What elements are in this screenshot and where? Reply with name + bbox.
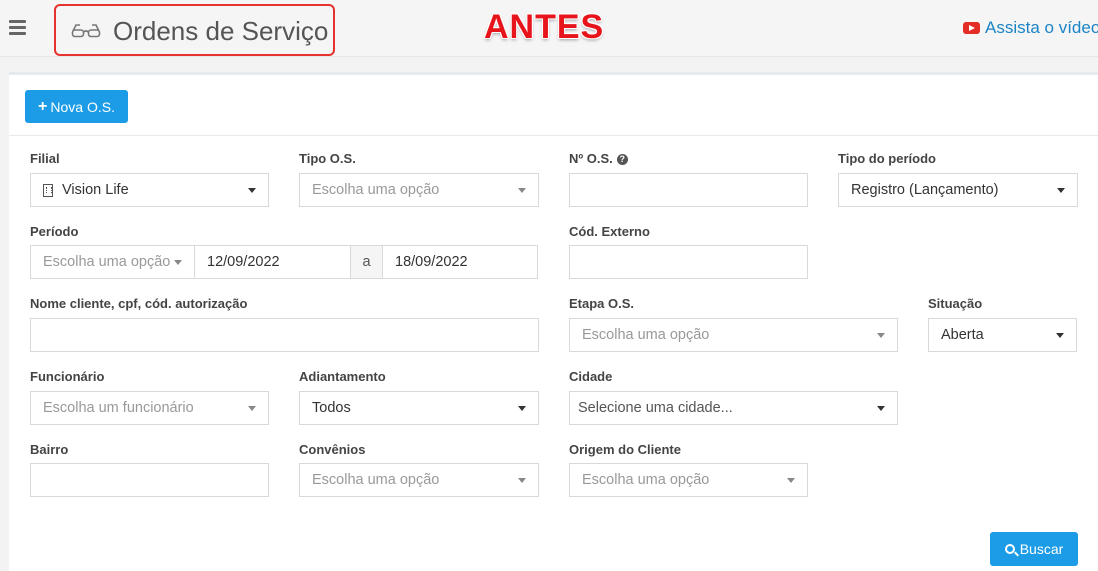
tipo-os-placeholder: Escolha uma opção: [312, 182, 440, 198]
adiantamento-select[interactable]: Todos: [299, 391, 539, 425]
cidade-select[interactable]: Selecione uma cidade...: [569, 391, 898, 425]
cod-externo-input[interactable]: [569, 245, 808, 279]
cod-externo-label: Cód. Externo: [569, 224, 650, 239]
cidade-placeholder: Selecione uma cidade...: [578, 400, 733, 416]
panel-header: + Nova O.S.: [9, 75, 1098, 136]
adiantamento-label: Adiantamento: [299, 369, 386, 384]
question-circle-icon[interactable]: ?: [616, 154, 628, 165]
nome-cliente-label: Nome cliente, cpf, cód. autorização: [30, 296, 248, 311]
search-label: Buscar: [1019, 541, 1064, 557]
situacao-label: Situação: [928, 296, 983, 311]
periodo-separator-text: a: [362, 254, 371, 270]
filial-select[interactable]: Vision Life: [30, 173, 269, 207]
periodo-separator: a: [350, 245, 383, 279]
etapa-os-placeholder: Escolha uma opção: [582, 327, 710, 343]
plus-icon: +: [38, 97, 48, 115]
adiantamento-value: Todos: [312, 400, 351, 416]
cidade-label: Cidade: [569, 369, 613, 384]
new-os-label: Nova O.S.: [50, 98, 115, 115]
tipo-os-label: Tipo O.S.: [299, 151, 356, 166]
situacao-select[interactable]: Aberta: [928, 318, 1077, 352]
periodo-placeholder: Escolha uma opção: [43, 254, 171, 270]
periodo-start-value: 12/09/2022: [207, 254, 280, 270]
etapa-os-select[interactable]: Escolha uma opção: [569, 318, 898, 352]
tipo-periodo-select[interactable]: Registro (Lançamento): [838, 173, 1078, 207]
top-bar: Ordens de Serviço ANTES Assista o vídeo: [0, 0, 1098, 57]
page-title: Ordens de Serviço: [113, 16, 329, 46]
search-button[interactable]: Buscar: [990, 532, 1078, 566]
situacao-value: Aberta: [941, 327, 984, 343]
nome-cliente-input[interactable]: [30, 318, 539, 352]
tipo-os-select[interactable]: Escolha uma opção: [299, 173, 539, 207]
page-title-highlight: Ordens de Serviço: [54, 4, 335, 56]
periodo-end-date[interactable]: 18/09/2022: [382, 245, 538, 279]
hamburger-menu-icon[interactable]: [9, 20, 26, 35]
search-icon: [1004, 544, 1015, 554]
convenios-label: Convênios: [299, 442, 366, 457]
origem-cliente-select[interactable]: Escolha uma opção: [569, 463, 808, 497]
periodo-end-value: 18/09/2022: [395, 254, 468, 270]
periodo-start-date[interactable]: 12/09/2022: [194, 245, 351, 279]
watch-video-link[interactable]: Assista o vídeo: [963, 18, 1098, 38]
filial-value: Vision Life: [62, 182, 129, 198]
numero-os-input[interactable]: [569, 173, 808, 207]
origem-cliente-placeholder: Escolha uma opção: [582, 472, 710, 488]
building-icon: [43, 183, 53, 197]
tipo-periodo-value: Registro (Lançamento): [851, 182, 999, 198]
glasses-icon: [71, 24, 101, 38]
periodo-select[interactable]: Escolha uma opção: [30, 245, 195, 279]
new-os-button[interactable]: + Nova O.S.: [25, 90, 128, 123]
annotation-label: ANTES: [484, 8, 605, 46]
bairro-label: Bairro: [30, 442, 69, 457]
youtube-icon: [963, 22, 980, 34]
periodo-label: Período: [30, 224, 79, 239]
numero-os-label: Nº O.S.?: [569, 151, 628, 166]
funcionario-label: Funcionário: [30, 369, 105, 384]
origem-cliente-label: Origem do Cliente: [569, 442, 681, 457]
watch-video-label: Assista o vídeo: [985, 18, 1098, 37]
tipo-periodo-label: Tipo do período: [838, 151, 936, 166]
funcionario-select[interactable]: Escolha um funcionário: [30, 391, 269, 425]
funcionario-placeholder: Escolha um funcionário: [43, 400, 194, 416]
convenios-placeholder: Escolha uma opção: [312, 472, 440, 488]
bairro-input[interactable]: [30, 463, 269, 497]
filial-label: Filial: [30, 151, 60, 166]
convenios-select[interactable]: Escolha uma opção: [299, 463, 539, 497]
numero-os-label-text: Nº O.S.: [569, 151, 613, 166]
etapa-os-label: Etapa O.S.: [569, 296, 635, 311]
